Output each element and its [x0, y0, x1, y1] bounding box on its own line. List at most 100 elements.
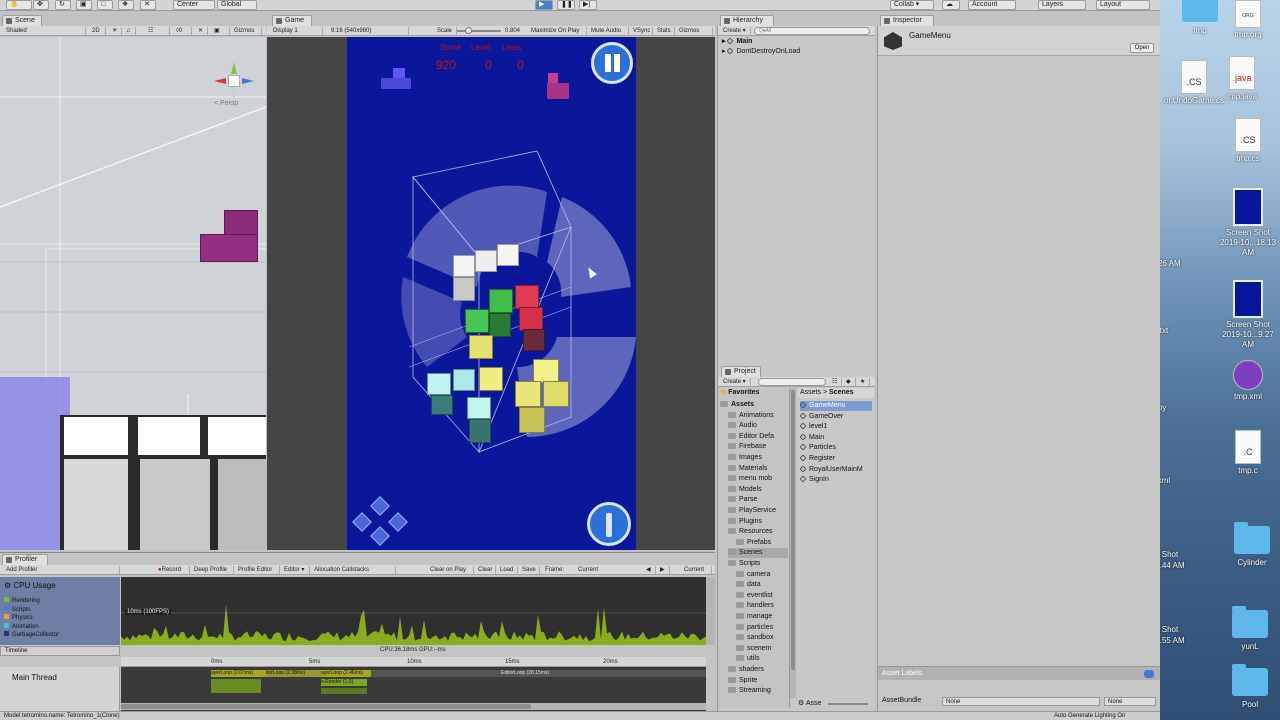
legend-item[interactable]: Animation — [4, 622, 39, 630]
desktop-file-tmp-java[interactable]: .java tmp.java — [1212, 56, 1272, 102]
scene-file-item[interactable]: Particles — [799, 443, 836, 453]
breadcrumb-assets[interactable]: Assets — [800, 389, 821, 396]
breadcrumb-scenes[interactable]: Scenes — [829, 389, 854, 396]
scene-tools-icon[interactable]: ✕ — [196, 27, 208, 35]
scale-slider[interactable] — [457, 27, 501, 34]
tab-profiler[interactable]: Profiler — [2, 554, 48, 565]
desktop-partial-7[interactable]: Shot — [1160, 625, 1190, 635]
legend-item[interactable]: Physics — [4, 614, 33, 621]
scene-file-item[interactable]: GameMenu — [799, 401, 872, 411]
profile-editor-toggle[interactable]: Profile Editor — [236, 566, 280, 574]
step-button[interactable]: ▶| — [579, 0, 597, 10]
game-view[interactable]: Score Level Lines 920 0 0 — [347, 37, 636, 550]
aspect-dropdown[interactable]: 9:16 (540x960) — [329, 27, 409, 35]
record-toggle[interactable]: ●Record — [156, 566, 190, 574]
scale-slider-handle[interactable] — [465, 27, 472, 34]
folder-tree-item[interactable]: Firebase — [728, 442, 766, 452]
folder-tree-item[interactable]: Parse — [728, 495, 757, 505]
scene-orientation-gizmo[interactable] — [212, 61, 256, 105]
folder-tree-item[interactable]: sandbox — [736, 633, 773, 643]
tree-scrollbar-thumb[interactable] — [791, 390, 795, 670]
scene-file-item[interactable]: GameOver — [799, 412, 843, 422]
desktop-partial-4[interactable]: xml — [1160, 476, 1184, 486]
clear-button[interactable]: Clear — [476, 566, 496, 574]
pivot-center-button[interactable]: Center — [173, 0, 215, 10]
tree-scrollbar[interactable] — [790, 388, 796, 698]
folder-tree-item[interactable]: Animations — [728, 411, 774, 421]
stats-toggle[interactable]: Stats — [655, 27, 675, 35]
folder-tree-item[interactable]: data — [736, 580, 761, 590]
2d-toggle[interactable]: 2D — [90, 27, 106, 35]
label-tag-icon[interactable] — [1144, 670, 1154, 678]
collab-button[interactable]: Collab ▾ — [890, 0, 934, 10]
project-create-dropdown[interactable]: Create ▾ — [721, 378, 751, 386]
rect-tool-button[interactable]: □ — [97, 0, 113, 10]
legend-item[interactable]: Rendering — [4, 597, 40, 604]
folder-tree-item[interactable]: Streaming — [728, 686, 771, 696]
timeline-view-dropdown[interactable]: Timeline — [0, 646, 120, 656]
arrow-down-icon[interactable] — [370, 526, 390, 546]
folder-tree-item[interactable]: PlayService — [728, 506, 776, 516]
hierarchy-search-input[interactable]: Q▾All — [754, 27, 870, 35]
asset-variant-dropdown[interactable]: None — [1104, 697, 1156, 706]
folder-tree-item[interactable]: Resources — [728, 527, 772, 537]
folder-tree-item[interactable]: utils — [736, 654, 759, 664]
next-frame-button[interactable]: ▶ — [658, 566, 670, 574]
load-button[interactable]: Load — [498, 566, 518, 574]
scene-file-item[interactable]: Register — [799, 454, 835, 464]
timeline-hscrollbar[interactable] — [121, 703, 706, 710]
desktop-partial-8[interactable]: 7.55 AM — [1160, 636, 1190, 646]
play-button[interactable]: ▶ — [535, 0, 553, 10]
desktop-partial-6[interactable]: 7.44 AM — [1160, 561, 1190, 571]
timeline-bar-playerloop-2[interactable]: ayerLoop (2.46ms) — [321, 670, 371, 677]
drop-button[interactable] — [587, 502, 631, 546]
current-frame-button[interactable]: Current — [682, 566, 712, 574]
prev-frame-button[interactable]: ◀ — [644, 566, 656, 574]
desktop-file-tmp-org[interactable]: ORG tmp.org — [1218, 0, 1278, 40]
camera-icon[interactable]: ▣ — [212, 27, 230, 35]
arrow-left-icon[interactable] — [352, 512, 372, 532]
folder-tree-item[interactable]: Materials — [728, 464, 767, 474]
tab-inspector[interactable]: Inspector — [880, 15, 934, 26]
hierarchy-item-main[interactable]: ▸ Main — [722, 37, 752, 47]
folder-tree-item[interactable]: particles — [736, 623, 773, 633]
folder-tree-item[interactable]: Sprite — [728, 676, 757, 686]
persp-label[interactable]: < Persp — [214, 100, 238, 107]
transform-tool-button[interactable]: ❖ — [118, 0, 134, 10]
desktop-file-tmp-xml[interactable]: tmp.xml — [1218, 360, 1278, 402]
project-search-input[interactable] — [758, 378, 826, 386]
layers-dropdown[interactable]: Layers — [1038, 0, 1086, 10]
folder-tree-item[interactable]: Scenes — [728, 548, 788, 559]
asset-bundle-dropdown[interactable]: None — [942, 697, 1100, 706]
move-arrows-control[interactable] — [352, 496, 409, 546]
effects-dropdown[interactable]: ☷ — [146, 27, 170, 35]
clear-on-play-toggle[interactable]: Clear on Play — [428, 566, 474, 574]
lighting-icon[interactable]: ☀ — [110, 27, 122, 35]
timeline-bar-editorloop-2[interactable]: EditorLoop (28.15ms) — [371, 670, 706, 677]
open-asset-button[interactable]: Open — [1130, 43, 1154, 53]
status-message[interactable]: Model tetromino.name: Tetromino_1(Clone) — [4, 712, 120, 720]
scene-file-item[interactable]: level1 — [799, 422, 827, 432]
icon-size-slider[interactable] — [828, 703, 868, 705]
save-button[interactable]: Save — [520, 566, 540, 574]
timeline-bar-render[interactable]: e.Render (1.0) — [321, 679, 367, 686]
custom-tool-button[interactable]: ✕ — [140, 0, 156, 10]
mute-audio-toggle[interactable]: Mute Audio — [589, 27, 629, 35]
filter-label-icon[interactable]: ◆ — [844, 378, 856, 386]
scene-view[interactable]: < Persp — [0, 37, 266, 550]
hierarchy-item-dontdestroy[interactable]: ▸ DontDestroyOnLoad — [722, 47, 800, 57]
vsync-toggle[interactable]: VSync — [631, 27, 653, 35]
filter-type-icon[interactable]: ☷ — [830, 378, 842, 386]
desktop-partial-1[interactable]: 1.26 AM — [1160, 259, 1186, 269]
cloud-icon[interactable]: ☁ — [942, 0, 960, 10]
game-gizmos-dropdown[interactable]: Gizmos — [677, 27, 713, 35]
scene-file-item[interactable]: Main — [799, 433, 824, 443]
hierarchy-create-dropdown[interactable]: Create ▾ — [721, 27, 751, 35]
desktop-partial-3[interactable]: py — [1160, 403, 1182, 413]
graph-scrollbar[interactable] — [706, 577, 715, 645]
timeline-bar-playerloop-1[interactable]: ayerLoop (2.67ms) — [211, 670, 266, 677]
scene-file-item[interactable]: RoyalUserMainM — [799, 465, 863, 475]
move-tool-button[interactable]: ✥ — [33, 0, 49, 10]
folder-tree-item[interactable]: handlers — [736, 601, 774, 611]
maximize-on-play-toggle[interactable]: Maximize On Play — [529, 27, 587, 35]
